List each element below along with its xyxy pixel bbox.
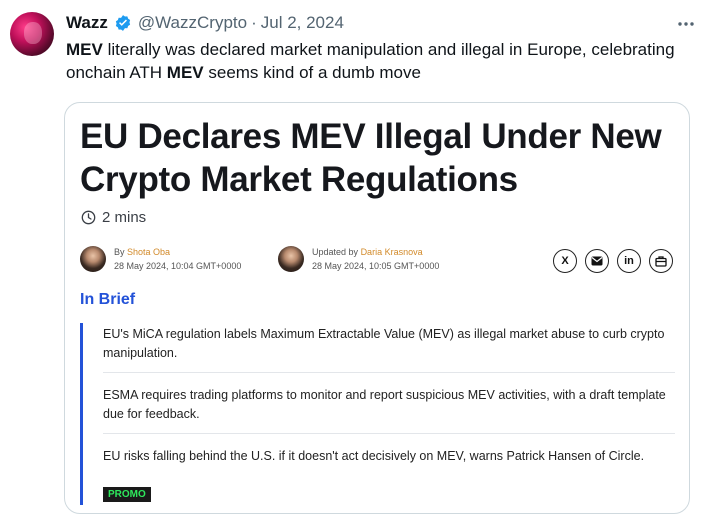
brief-item: EU's MiCA regulation labels Maximum Extr… <box>103 327 665 360</box>
author-avatar[interactable] <box>10 12 54 56</box>
tweet-text-bold-1: MEV <box>66 40 103 59</box>
tweet-text-bold-2: MEV <box>166 63 204 82</box>
mail-icon[interactable] <box>585 249 609 273</box>
copy-link-icon[interactable] <box>649 249 673 273</box>
tweet-text-part-2: seems kind of a dumb move <box>203 63 421 82</box>
read-time: 2 mins <box>81 209 146 226</box>
separator: · <box>251 13 257 32</box>
in-brief-title: In Brief <box>80 291 136 308</box>
brief-item: ESMA requires trading platforms to monit… <box>103 388 666 421</box>
author-link[interactable]: Shota Oba <box>127 247 170 257</box>
verified-badge-icon <box>114 14 132 32</box>
updater-datetime: 28 May 2024, 10:05 GMT+0000 <box>312 261 440 271</box>
article-card[interactable]: EU Declares MEV Illegal Under New Crypto… <box>64 102 690 514</box>
x-icon[interactable]: X <box>553 249 577 273</box>
author-photo <box>80 246 106 272</box>
tweet-date[interactable]: Jul 2, 2024 <box>261 13 344 33</box>
promo-badge[interactable]: PROMO <box>103 487 151 502</box>
author-block: By Shota Oba 28 May 2024, 10:04 GMT+0000 <box>80 245 241 273</box>
clock-icon <box>81 210 96 225</box>
author-by-label: By <box>114 247 125 257</box>
tweet-header: Wazz @WazzCrypto · Jul 2, 2024 <box>66 12 680 34</box>
divider <box>103 433 675 434</box>
read-time-label: 2 mins <box>102 209 147 226</box>
updater-link[interactable]: Daria Krasnova <box>361 247 423 257</box>
tweet-text: MEV literally was declared market manipu… <box>66 38 696 84</box>
divider <box>103 372 675 373</box>
share-bar: X in <box>553 249 673 273</box>
more-horizontal-icon[interactable] <box>674 14 698 34</box>
updated-by-label: Updated by <box>312 247 359 257</box>
article-headline[interactable]: EU Declares MEV Illegal Under New Crypto… <box>80 115 680 201</box>
updater-block: Updated by Daria Krasnova 28 May 2024, 1… <box>278 245 439 273</box>
updater-photo <box>278 246 304 272</box>
author-handle[interactable]: @WazzCrypto <box>138 13 247 33</box>
author-datetime: 28 May 2024, 10:04 GMT+0000 <box>114 261 242 271</box>
brief-item: EU risks falling behind the U.S. if it d… <box>103 449 645 463</box>
in-brief-list: EU's MiCA regulation labels Maximum Extr… <box>80 323 675 505</box>
author-name[interactable]: Wazz <box>66 13 108 33</box>
linkedin-icon[interactable]: in <box>617 249 641 273</box>
